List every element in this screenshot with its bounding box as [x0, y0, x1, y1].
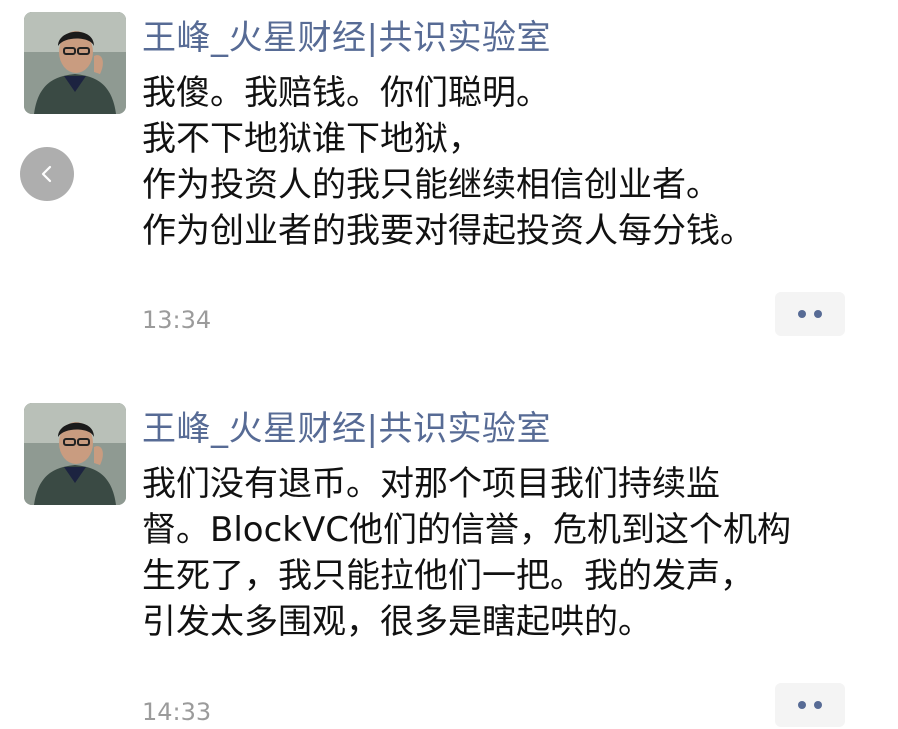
post-line: 我不下地狱谁下地狱，	[142, 119, 482, 159]
post-line: 我傻。我赔钱。你们聪明。	[142, 73, 550, 113]
post-line: 生死了，我只能拉他们一把。我的发声，	[142, 556, 754, 596]
author-name[interactable]: 王峰_火星财经|共识实验室	[142, 409, 551, 449]
more-button[interactable]	[775, 292, 845, 336]
avatar[interactable]	[24, 403, 126, 505]
avatar-image	[24, 403, 126, 505]
more-button[interactable]	[775, 683, 845, 727]
moment-post: 王峰_火星财经|共识实验室 我傻。我赔钱。你们聪明。 我不下地狱谁下地狱， 作为…	[0, 12, 898, 342]
more-dots-icon	[798, 701, 806, 709]
more-dots-icon	[814, 310, 822, 318]
post-timestamp: 13:34	[142, 306, 212, 334]
avatar-image	[24, 12, 126, 114]
post-line: 我们没有退币。对那个项目我们持续监	[142, 464, 720, 504]
chevron-left-icon	[41, 165, 52, 183]
post-timestamp: 14:33	[142, 698, 212, 726]
post-content: 我们没有退币。对那个项目我们持续监 督。BlockVC他们的信誉，危机到这个机构…	[142, 461, 862, 645]
moment-post: 王峰_火星财经|共识实验室 我们没有退币。对那个项目我们持续监 督。BlockV…	[0, 403, 898, 729]
post-line: 作为投资人的我只能继续相信创业者。	[142, 165, 720, 205]
post-line: 作为创业者的我要对得起投资人每分钱。	[142, 211, 754, 251]
back-button[interactable]	[20, 147, 74, 201]
author-name[interactable]: 王峰_火星财经|共识实验室	[142, 18, 551, 58]
post-line: 督。BlockVC他们的信誉，危机到这个机构	[142, 510, 791, 550]
avatar[interactable]	[24, 12, 126, 114]
more-dots-icon	[798, 310, 806, 318]
post-content: 我傻。我赔钱。你们聪明。 我不下地狱谁下地狱， 作为投资人的我只能继续相信创业者…	[142, 70, 862, 254]
more-dots-icon	[814, 701, 822, 709]
post-line: 引发太多围观，很多是瞎起哄的。	[142, 602, 652, 642]
